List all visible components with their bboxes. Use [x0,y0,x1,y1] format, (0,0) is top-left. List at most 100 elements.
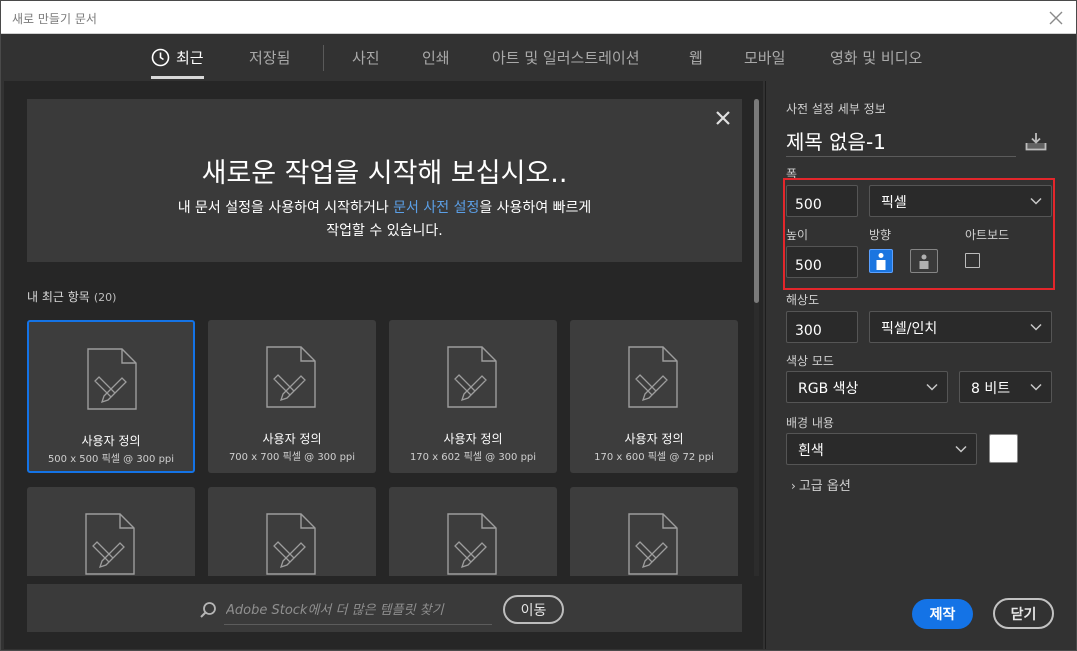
save-preset-icon[interactable] [1025,131,1047,151]
recent-item[interactable]: 사용자 정의 500 x 500 픽셀 @ 300 ppi [27,320,195,473]
recent-panel: 새로운 작업을 시작해 보십시오.. 내 문서 설정을 사용하여 시작하거나 문… [4,81,763,649]
item-dimensions: 170 x 600 픽셀 @ 72 ppi [594,452,714,463]
recent-items-title: 내 최근 항목 [27,290,90,304]
tab-photo[interactable]: 사진 [352,47,380,68]
unit-value: 픽셀 [881,195,907,211]
welcome-text-1: 내 문서 설정을 사용하여 시작하거나 [177,200,394,216]
clock-icon [151,48,170,67]
background-label: 배경 내용 [786,416,834,430]
title-bar: 새로 만들기 문서 [1,1,1076,34]
chevron-down-icon [955,445,967,453]
bit-depth-select[interactable]: 8 비트 [959,371,1052,403]
tab-saved[interactable]: 저장됨 [249,47,290,68]
item-name: 사용자 정의 [262,432,322,446]
recent-item[interactable] [208,487,376,576]
item-dimensions: 700 x 700 픽셀 @ 300 ppi [228,452,356,463]
height-input[interactable] [786,246,858,278]
document-icon [628,513,678,575]
chevron-down-icon [1030,197,1042,205]
resolution-unit-select[interactable]: 픽셀/인치 [869,311,1052,343]
orientation-landscape-button[interactable] [910,249,938,273]
recent-item[interactable]: 사용자 정의 170 x 602 픽셀 @ 300 ppi [389,320,557,473]
artboard-label: 아트보드 [965,228,1010,242]
welcome-text-2: 을 사용하여 빠르게 [479,200,592,216]
bit-depth-value: 8 비트 [971,381,1011,397]
tab-label: 최근 [176,49,204,67]
background-value: 흰색 [798,443,824,459]
stock-search-bar: 이동 [27,584,742,632]
tab-mobile[interactable]: 모바일 [744,47,785,68]
welcome-text: 내 문서 설정을 사용하여 시작하거나 문서 사전 설정을 사용하여 빠르게 작… [27,197,742,243]
advanced-options-label: 고급 옵션 [798,479,851,494]
document-icon [85,513,135,575]
width-label: 폭 [786,167,798,181]
landscape-icon [919,254,929,269]
color-mode-label: 색상 모드 [786,354,834,368]
close-button[interactable]: 닫기 [993,598,1054,629]
document-presets-link[interactable]: 문서 사전 설정 [393,200,479,216]
tab-print[interactable]: 인쇄 [422,47,450,68]
color-mode-value: RGB 색상 [798,381,859,397]
stock-search-input[interactable] [224,596,492,625]
preset-details-title: 사전 설정 세부 정보 [786,102,886,116]
recent-item[interactable]: 사용자 정의 700 x 700 픽셀 @ 300 ppi [208,320,376,473]
orientation-portrait-button[interactable] [869,249,893,273]
item-name: 사용자 정의 [443,432,503,446]
document-icon [628,346,678,408]
category-tabs: 최근 저장됨 사진 인쇄 아트 및 일러스트레이션 웹 모바일 영화 및 비디오 [1,34,1076,81]
resolution-input[interactable] [786,311,858,343]
go-button[interactable]: 이동 [503,595,564,624]
document-icon [447,513,497,575]
preset-details-panel: 사전 설정 세부 정보 폭 픽셀 높이 방향 아트보드 해상도 픽셀/인치 [765,81,1076,649]
orientation-label: 방향 [869,228,892,242]
welcome-text-3: 작업할 수 있습니다. [326,223,443,239]
chevron-right-icon: › [791,479,796,493]
tab-film-video[interactable]: 영화 및 비디오 [830,47,922,68]
chevron-down-icon [926,383,938,391]
chevron-down-icon [1030,323,1042,331]
tab-divider [323,45,324,71]
background-select[interactable]: 흰색 [786,433,977,465]
scrollbar-thumb[interactable] [754,99,759,303]
recent-items-count: (20) [93,291,117,304]
item-name: 사용자 정의 [624,432,684,446]
recent-item[interactable] [27,487,195,576]
document-icon [266,513,316,575]
tab-web[interactable]: 웹 [689,47,703,68]
height-label: 높이 [786,228,809,242]
item-dimensions: 500 x 500 픽셀 @ 300 ppi [47,454,175,465]
active-tab-indicator [151,76,204,79]
tab-recent[interactable]: 최근 [151,47,204,79]
document-icon [447,346,497,408]
background-color-swatch[interactable] [989,434,1018,463]
item-name: 사용자 정의 [81,434,141,448]
portrait-icon [876,253,886,270]
resolution-label: 해상도 [786,293,820,307]
welcome-heading: 새로운 작업을 시작해 보십시오.. [201,158,568,189]
close-banner-icon[interactable] [714,109,732,127]
create-button[interactable]: 제작 [912,599,973,629]
tab-art-illustration[interactable]: 아트 및 일러스트레이션 [492,47,640,68]
resolution-unit-value: 픽셀/인치 [881,321,938,337]
new-document-dialog: 새로 만들기 문서 최근 저장됨 사진 인쇄 아트 및 일러스트레이션 웹 모바… [0,0,1077,651]
unit-select[interactable]: 픽셀 [869,185,1052,217]
recent-item[interactable] [570,487,738,576]
color-mode-select[interactable]: RGB 색상 [786,371,948,403]
width-input[interactable] [786,185,858,217]
artboard-checkbox[interactable] [965,253,980,268]
recent-items-grid: 사용자 정의 500 x 500 픽셀 @ 300 ppi 사용자 정의 700… [27,320,742,576]
document-icon [87,348,137,410]
recent-scrollbar[interactable] [754,99,759,576]
document-icon [266,346,316,408]
advanced-options-toggle[interactable]: › 고급 옵션 [791,475,851,494]
recent-items-label: 내 최근 항목 (20) [27,288,116,305]
chevron-down-icon [1030,383,1042,391]
item-dimensions: 170 x 602 픽셀 @ 300 ppi [409,452,537,463]
search-icon [200,602,216,618]
recent-item[interactable] [389,487,557,576]
window-title: 새로 만들기 문서 [12,12,97,26]
welcome-banner: 새로운 작업을 시작해 보십시오.. 내 문서 설정을 사용하여 시작하거나 문… [27,99,742,262]
close-icon[interactable] [1046,8,1066,28]
document-name-input[interactable] [786,125,1016,157]
recent-item[interactable]: 사용자 정의 170 x 600 픽셀 @ 72 ppi [570,320,738,473]
